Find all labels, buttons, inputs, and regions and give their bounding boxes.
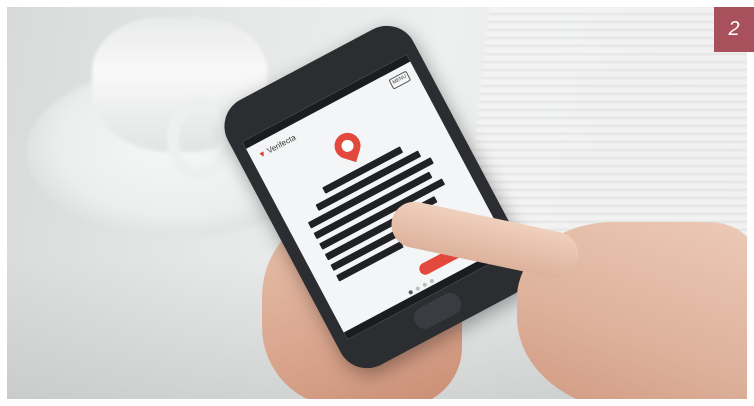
photo: ▼Verifecta MENU bbox=[7, 7, 747, 399]
carousel-dot bbox=[422, 282, 428, 288]
carousel-dot bbox=[415, 285, 421, 292]
carousel-dot bbox=[429, 278, 435, 284]
location-pin-icon bbox=[331, 129, 364, 163]
logo-text: Verifecta bbox=[265, 132, 298, 156]
page-number-badge: 2 bbox=[714, 7, 754, 52]
newspaper bbox=[464, 7, 747, 237]
carousel-dot bbox=[407, 289, 414, 296]
cup-handle bbox=[167, 97, 231, 181]
menu-button: MENU bbox=[388, 70, 412, 90]
status-bar bbox=[242, 54, 411, 149]
